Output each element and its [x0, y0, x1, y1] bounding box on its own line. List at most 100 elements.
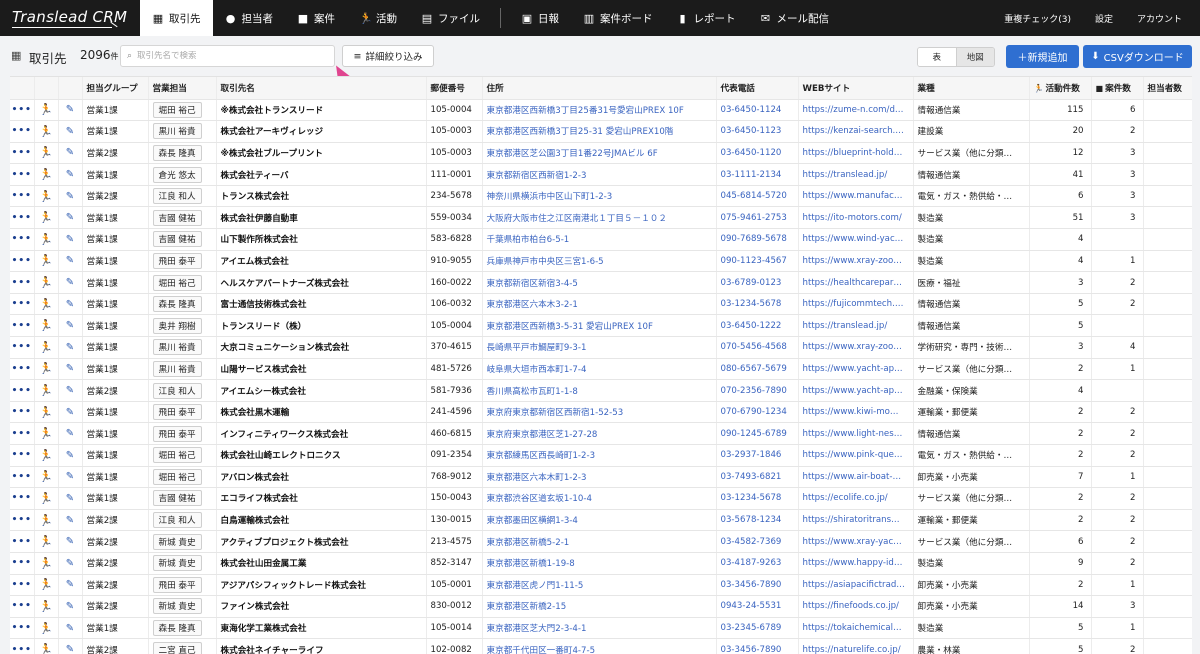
table-row[interactable]: ••• 🏃 ✎ 営業1課 吉國 健祐 山下製作所株式会社 583-6828 千葉県柏市柏台6-…	[10, 228, 1192, 251]
table-row[interactable]: ••• 🏃 ✎ 営業1課 堀田 裕己 ヘルスケアパートナーズ株式会社 160-0022 東京都…	[10, 271, 1192, 294]
phone-cell[interactable]: 090-1123-4567	[716, 250, 799, 273]
edit-icon[interactable]: ✎	[58, 99, 83, 122]
address-cell[interactable]: 長崎県平戸市鯛屋町9-3-1	[482, 336, 717, 359]
more-actions-icon[interactable]: •••	[10, 358, 35, 381]
company-name-cell[interactable]: トランスリード（株）	[216, 314, 427, 338]
edit-icon[interactable]: ✎	[58, 552, 83, 575]
table-row[interactable]: ••• 🏃 ✎ 営業1課 倉光 悠太 株式会社ティーバ 111-0001 東京都新宿区西新宿1…	[10, 163, 1192, 186]
address-cell[interactable]: 東京都港区新橋5-2-1	[482, 530, 717, 553]
edit-icon[interactable]: ✎	[58, 250, 83, 273]
address-cell[interactable]: 東京都渋谷区道玄坂1-10-4	[482, 487, 717, 510]
website-cell[interactable]: https://healthcarepar…	[798, 271, 914, 294]
header-rep[interactable]: 営業担当	[148, 77, 217, 100]
table-row[interactable]: ••• 🏃 ✎ 営業1課 黒川 裕貴 大京コミュニケーション株式会社 370-4615 長崎県…	[10, 336, 1192, 359]
address-cell[interactable]: 東京都港区西新橋3-5-31 愛宕山PREX 10F	[482, 314, 717, 338]
website-cell[interactable]: https://blueprint-hold…	[798, 142, 914, 165]
edit-icon[interactable]: ✎	[58, 120, 83, 143]
log-activity-icon[interactable]: 🏃	[34, 466, 59, 489]
table-row[interactable]: ••• 🏃 ✎ 営業2課 新城 貴史 アクティブプロジェクト株式会社 213-4575 東京都…	[10, 530, 1192, 553]
settings-link[interactable]: 設定	[1095, 12, 1113, 25]
phone-cell[interactable]: 03-1111-2134	[716, 163, 799, 186]
address-cell[interactable]: 東京都墨田区横網1-3-4	[482, 509, 717, 532]
edit-icon[interactable]: ✎	[58, 314, 83, 338]
company-name-cell[interactable]: アイエム株式会社	[216, 250, 427, 273]
table-row[interactable]: ••• 🏃 ✎ 営業1課 森長 隆真 富士通信技術株式会社 106-0032 東京都港区六本木…	[10, 293, 1192, 316]
table-row[interactable]: ••• 🏃 ✎ 営業2課 飛田 泰平 アジアパシフィックトレード株式会社 105-0001 東…	[10, 574, 1192, 597]
phone-cell[interactable]: 090-7689-5678	[716, 228, 799, 251]
address-cell[interactable]: 東京都港区六本木3-2-1	[482, 293, 717, 316]
more-actions-icon[interactable]: •••	[10, 250, 35, 273]
company-name-cell[interactable]: 株式会社山田金属工業	[216, 552, 427, 575]
table-row[interactable]: ••• 🏃 ✎ 営業1課 黒川 裕貴 山陽サービス株式会社 481-5726 岐阜県大垣市西本…	[10, 358, 1192, 381]
tab-accounts[interactable]: ▦ 取引先	[140, 0, 213, 36]
table-row[interactable]: ••• 🏃 ✎ 営業2課 江良 和人 アイエムシー株式会社 581-7936 香川県高松市瓦町…	[10, 379, 1192, 402]
log-activity-icon[interactable]: 🏃	[34, 314, 59, 338]
website-cell[interactable]: https://www.pink-que…	[798, 444, 914, 467]
phone-cell[interactable]: 03-1234-5678	[716, 293, 799, 316]
website-cell[interactable]: https://ito-motors.com/	[798, 206, 914, 230]
log-activity-icon[interactable]: 🏃	[34, 552, 59, 575]
table-row[interactable]: ••• 🏃 ✎ 営業1課 黒川 裕貴 株式会社アーキヴィレッジ 105-0003 東京都港区西…	[10, 120, 1192, 143]
log-activity-icon[interactable]: 🏃	[34, 228, 59, 251]
table-row[interactable]: ••• 🏃 ✎ 営業1課 堀田 裕己 株式会社山崎エレクトロニクス 091-2354 東京都練…	[10, 444, 1192, 467]
table-row[interactable]: ••• 🏃 ✎ 営業2課 新城 貴史 ファイン株式会社 830-0012 東京都港区新橋2-1…	[10, 595, 1192, 618]
more-actions-icon[interactable]: •••	[10, 552, 35, 575]
table-row[interactable]: ••• 🏃 ✎ 営業1課 奥井 翔樹 トランスリード（株） 105-0004 東京都港区西新橋…	[10, 314, 1192, 338]
tab-daily-report[interactable]: ▣ 日報	[509, 0, 571, 36]
company-name-cell[interactable]: インフィニティワークス株式会社	[216, 422, 427, 445]
edit-icon[interactable]: ✎	[58, 185, 83, 208]
website-cell[interactable]: https://translead.jp/	[798, 163, 914, 186]
more-actions-icon[interactable]: •••	[10, 466, 35, 489]
edit-icon[interactable]: ✎	[58, 487, 83, 510]
more-actions-icon[interactable]: •••	[10, 120, 35, 143]
phone-cell[interactable]: 03-4582-7369	[716, 530, 799, 553]
website-cell[interactable]: https://kenzai-search.…	[798, 120, 914, 143]
view-table-button[interactable]: 表	[918, 48, 957, 66]
tab-deals[interactable]: ■ 案件	[285, 0, 347, 36]
website-cell[interactable]: https://www.yacht-ap…	[798, 358, 914, 381]
more-actions-icon[interactable]: •••	[10, 638, 35, 654]
more-actions-icon[interactable]: •••	[10, 617, 35, 640]
more-actions-icon[interactable]: •••	[10, 163, 35, 186]
address-cell[interactable]: 東京都千代田区一番町4-7-5	[482, 638, 717, 654]
company-name-cell[interactable]: ※株式会社ブループリント	[216, 142, 427, 165]
phone-cell[interactable]: 090-1245-6789	[716, 422, 799, 445]
table-row[interactable]: ••• 🏃 ✎ 営業2課 森長 隆真 ※株式会社ブループリント 105-0003 東京都港区芝…	[10, 142, 1192, 165]
table-row[interactable]: ••• 🏃 ✎ 営業1課 森長 隆真 東海化学工業株式会社 105-0014 東京都港区芝大門…	[10, 617, 1192, 640]
address-cell[interactable]: 東京都港区西新橋3丁目25番31号愛宕山PREX 10F	[482, 99, 717, 122]
company-name-cell[interactable]: 株式会社ティーバ	[216, 163, 427, 186]
log-activity-icon[interactable]: 🏃	[34, 293, 59, 316]
address-cell[interactable]: 兵庫県神戸市中央区三宮1-6-5	[482, 250, 717, 273]
more-actions-icon[interactable]: •••	[10, 293, 35, 316]
log-activity-icon[interactable]: 🏃	[34, 99, 59, 122]
tab-activities[interactable]: 🏃 活動	[347, 0, 409, 36]
address-cell[interactable]: 神奈川県横浜市中区山下町1-2-3	[482, 185, 717, 208]
more-actions-icon[interactable]: •••	[10, 509, 35, 532]
company-name-cell[interactable]: 富士通信技術株式会社	[216, 293, 427, 316]
header-industry[interactable]: 業種	[913, 77, 1030, 100]
phone-cell[interactable]: 075-9461-2753	[716, 206, 799, 230]
account-link[interactable]: アカウント	[1137, 12, 1182, 25]
company-name-cell[interactable]: 白鳥運輸株式会社	[216, 509, 427, 532]
address-cell[interactable]: 岐阜県大垣市西本町1-7-4	[482, 358, 717, 381]
more-actions-icon[interactable]: •••	[10, 595, 35, 618]
log-activity-icon[interactable]: 🏃	[34, 595, 59, 618]
phone-cell[interactable]: 03-4187-9263	[716, 552, 799, 575]
edit-icon[interactable]: ✎	[58, 401, 83, 424]
duplicate-check-link[interactable]: 重複チェック(3)	[1004, 12, 1071, 25]
edit-icon[interactable]: ✎	[58, 466, 83, 489]
log-activity-icon[interactable]: 🏃	[34, 617, 59, 640]
log-activity-icon[interactable]: 🏃	[34, 336, 59, 359]
company-name-cell[interactable]: 株式会社山崎エレクトロニクス	[216, 444, 427, 467]
address-cell[interactable]: 東京都港区六本木町1-2-3	[482, 466, 717, 489]
more-actions-icon[interactable]: •••	[10, 99, 35, 122]
edit-icon[interactable]: ✎	[58, 530, 83, 553]
website-cell[interactable]: https://finefoods.co.jp/	[798, 595, 914, 618]
website-cell[interactable]: https://www.manufac…	[798, 185, 914, 208]
table-row[interactable]: ••• 🏃 ✎ 営業2課 江良 和人 白鳥運輸株式会社 130-0015 東京都墨田区横網1-…	[10, 509, 1192, 532]
more-actions-icon[interactable]: •••	[10, 142, 35, 165]
website-cell[interactable]: https://www.xray-zoo…	[798, 250, 914, 273]
address-cell[interactable]: 千葉県柏市柏台6-5-1	[482, 228, 717, 251]
header-phone[interactable]: 代表電話	[716, 77, 799, 100]
company-name-cell[interactable]: ※株式会社トランスリード	[216, 99, 427, 122]
